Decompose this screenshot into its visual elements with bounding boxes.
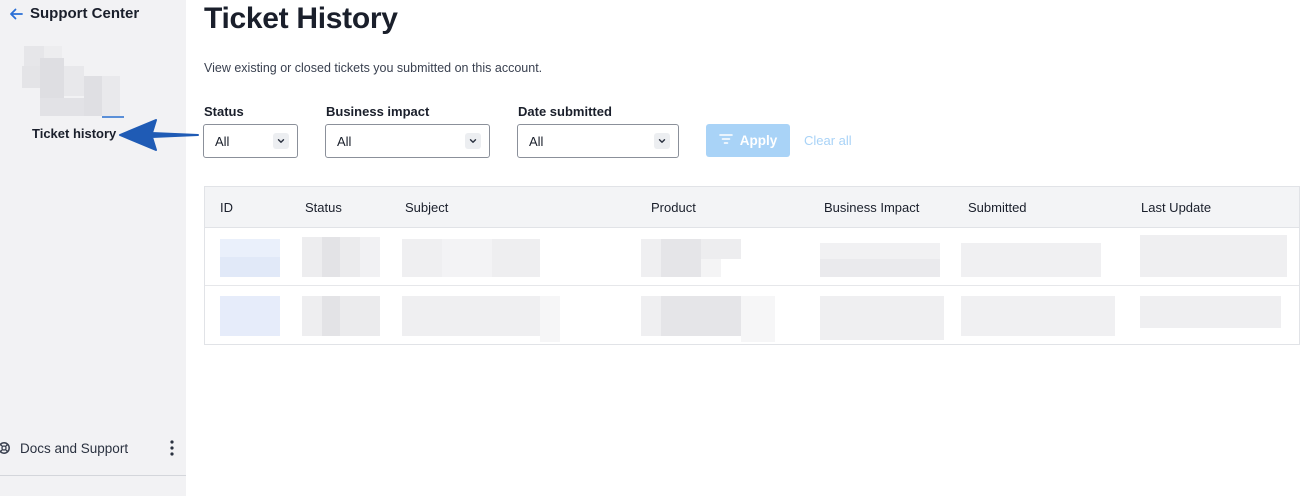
table-row[interactable] xyxy=(205,229,1299,285)
redacted-cell xyxy=(220,239,280,277)
redacted-cell xyxy=(961,243,1101,277)
column-header-subject[interactable]: Subject xyxy=(405,200,448,215)
back-link-label: Support Center xyxy=(30,5,140,22)
status-select[interactable]: All xyxy=(203,124,298,158)
redacted-cell xyxy=(220,296,280,336)
arrow-left-icon xyxy=(8,6,24,22)
annotation-arrow-icon xyxy=(118,116,200,159)
redacted-cell xyxy=(1140,296,1281,328)
table-header: ID Status Subject Product Business Impac… xyxy=(205,187,1299,228)
business-impact-filter-label: Business impact xyxy=(326,104,430,119)
clear-all-link[interactable]: Clear all xyxy=(804,133,852,148)
kebab-icon[interactable] xyxy=(170,440,174,461)
sidebar: Support Center Ticket history Docs and S… xyxy=(0,0,199,496)
redacted-cell xyxy=(1140,235,1287,277)
column-header-id[interactable]: ID xyxy=(220,200,233,215)
column-header-product[interactable]: Product xyxy=(651,200,696,215)
business-impact-select[interactable]: All xyxy=(325,124,490,158)
back-to-support-center[interactable]: Support Center xyxy=(8,5,139,22)
redacted-cell xyxy=(302,296,380,336)
redacted-cell xyxy=(402,239,540,277)
tickets-table: ID Status Subject Product Business Impac… xyxy=(204,186,1300,345)
page-description: View existing or closed tickets you subm… xyxy=(204,61,543,75)
column-header-status[interactable]: Status xyxy=(305,200,342,215)
lifebuoy-icon xyxy=(0,441,12,455)
sidebar-divider xyxy=(0,475,186,476)
redacted-cell xyxy=(302,237,380,277)
redacted-logo xyxy=(22,46,124,118)
column-header-submitted[interactable]: Submitted xyxy=(968,200,1027,215)
redacted-cell xyxy=(641,296,775,342)
redacted-cell xyxy=(820,296,944,340)
docs-and-support-label: Docs and Support xyxy=(20,440,129,456)
column-header-business-impact[interactable]: Business Impact xyxy=(824,200,919,215)
sidebar-item-ticket-history[interactable]: Ticket history xyxy=(32,126,116,141)
status-select-value: All xyxy=(215,133,230,149)
apply-button[interactable]: Apply xyxy=(706,124,790,157)
chevron-down-icon xyxy=(273,133,289,149)
chevron-down-icon xyxy=(654,133,670,149)
redacted-cell xyxy=(961,296,1115,336)
redacted-cell xyxy=(641,239,741,277)
date-submitted-select[interactable]: All xyxy=(517,124,679,158)
column-header-last-update[interactable]: Last Update xyxy=(1141,200,1211,215)
redacted-cell xyxy=(402,296,560,342)
date-submitted-select-value: All xyxy=(529,133,544,149)
status-filter-label: Status xyxy=(204,104,244,119)
redacted-cell xyxy=(820,243,940,277)
date-submitted-filter-label: Date submitted xyxy=(518,104,612,119)
chevron-down-icon xyxy=(465,133,481,149)
docs-and-support[interactable]: Docs and Support xyxy=(0,436,186,460)
apply-button-label: Apply xyxy=(739,133,778,148)
filter-lines-icon xyxy=(718,133,733,148)
table-row[interactable] xyxy=(205,286,1299,344)
business-impact-select-value: All xyxy=(337,133,352,149)
page-title: Ticket History xyxy=(204,2,398,35)
